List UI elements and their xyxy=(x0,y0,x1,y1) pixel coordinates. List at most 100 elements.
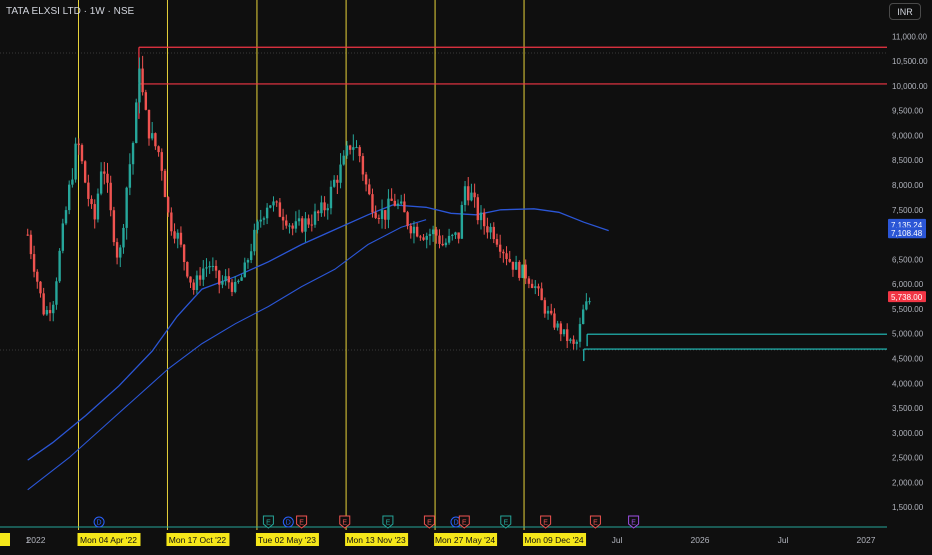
candle-body[interactable] xyxy=(176,232,179,239)
candle-body[interactable] xyxy=(521,264,524,278)
candle-body[interactable] xyxy=(575,341,578,344)
candle-body[interactable] xyxy=(518,261,521,278)
candle-body[interactable] xyxy=(342,155,345,165)
candle-body[interactable] xyxy=(29,234,33,255)
candle-body[interactable] xyxy=(157,146,160,153)
candle-body[interactable] xyxy=(96,193,100,220)
candle-body[interactable] xyxy=(460,204,464,239)
candle-body[interactable] xyxy=(444,242,448,246)
candle-body[interactable] xyxy=(390,198,393,201)
candle-body[interactable] xyxy=(336,179,339,183)
candle-body[interactable] xyxy=(415,226,419,237)
candle-body[interactable] xyxy=(537,286,540,289)
candle-body[interactable] xyxy=(345,145,349,156)
candle-body[interactable] xyxy=(454,232,457,235)
candle-body[interactable] xyxy=(83,161,87,183)
candle-body[interactable] xyxy=(163,170,167,198)
candle-body[interactable] xyxy=(498,244,502,252)
price-chart[interactable]: 1,500.00 2,000.00 2,500.00 3,000.00 3,500.00… xyxy=(0,0,932,550)
candle-body[interactable] xyxy=(530,283,534,288)
candle-body[interactable] xyxy=(301,218,304,232)
candle-body[interactable] xyxy=(467,186,470,201)
candle-body[interactable] xyxy=(371,194,374,213)
candle-body[interactable] xyxy=(569,339,572,341)
candle-body[interactable] xyxy=(352,147,355,150)
candle-body[interactable] xyxy=(291,225,294,229)
candle-body[interactable] xyxy=(514,261,518,270)
candle-body[interactable] xyxy=(559,323,563,335)
candle-body[interactable] xyxy=(224,276,227,282)
candle-body[interactable] xyxy=(403,201,406,213)
candle-body[interactable] xyxy=(240,277,243,281)
candle-body[interactable] xyxy=(202,268,205,280)
candle-body[interactable] xyxy=(585,301,588,310)
candle-body[interactable] xyxy=(218,270,221,285)
candle-body[interactable] xyxy=(170,212,173,232)
candle-body[interactable] xyxy=(182,244,186,263)
candle-body[interactable] xyxy=(364,174,368,185)
candle-body[interactable] xyxy=(438,235,441,244)
candle-body[interactable] xyxy=(451,234,454,236)
candle-body[interactable] xyxy=(125,187,128,228)
candle-body[interactable] xyxy=(393,200,397,206)
candle-body[interactable] xyxy=(534,286,537,288)
candle-body[interactable] xyxy=(281,216,285,221)
candle-body[interactable] xyxy=(103,171,106,174)
candle-body[interactable] xyxy=(425,235,428,240)
candle-body[interactable] xyxy=(45,310,49,315)
candle-body[interactable] xyxy=(106,173,109,183)
candle-body[interactable] xyxy=(479,212,483,221)
candle-body[interactable] xyxy=(435,229,438,236)
candle-body[interactable] xyxy=(71,179,74,185)
candle-body[interactable] xyxy=(495,239,499,245)
candle-body[interactable] xyxy=(476,197,480,221)
candle-body[interactable] xyxy=(230,282,234,292)
candle-body[interactable] xyxy=(550,310,553,314)
candle-body[interactable] xyxy=(166,197,170,213)
candle-body[interactable] xyxy=(52,304,55,314)
candle-body[interactable] xyxy=(42,293,45,315)
candle-body[interactable] xyxy=(566,329,569,341)
candle-body[interactable] xyxy=(527,278,531,284)
candle-body[interactable] xyxy=(412,226,416,234)
candle-body[interactable] xyxy=(387,198,390,220)
candle-body[interactable] xyxy=(377,217,381,219)
candle-body[interactable] xyxy=(262,218,266,220)
candle-body[interactable] xyxy=(275,201,278,203)
candle-body[interactable] xyxy=(173,231,176,239)
candle-body[interactable] xyxy=(457,232,460,239)
candle-body[interactable] xyxy=(470,192,473,201)
candle-body[interactable] xyxy=(463,186,467,205)
candle-body[interactable] xyxy=(192,282,195,290)
candle-body[interactable] xyxy=(562,329,566,335)
candle-body[interactable] xyxy=(26,234,29,236)
candle-body[interactable] xyxy=(317,211,320,214)
candle-body[interactable] xyxy=(122,227,125,248)
candle-body[interactable] xyxy=(355,147,358,149)
candle-body[interactable] xyxy=(135,102,138,144)
candle-body[interactable] xyxy=(556,323,559,328)
chart-area[interactable]: 1,500.00 2,000.00 2,500.00 3,000.00 3,500.00… xyxy=(0,0,932,550)
candle-body[interactable] xyxy=(320,202,323,214)
candle-body[interactable] xyxy=(441,243,444,246)
candle-body[interactable] xyxy=(195,275,199,290)
candle-body[interactable] xyxy=(214,265,218,271)
candle-body[interactable] xyxy=(93,204,96,220)
candle-body[interactable] xyxy=(380,210,384,219)
candle-body[interactable] xyxy=(243,262,246,278)
candle-body[interactable] xyxy=(339,164,342,183)
candle-body[interactable] xyxy=(68,184,71,211)
candle-body[interactable] xyxy=(406,212,409,226)
candle-body[interactable] xyxy=(374,212,377,218)
candle-body[interactable] xyxy=(55,281,58,305)
candle-body[interactable] xyxy=(160,152,163,171)
candle-body[interactable] xyxy=(265,207,269,219)
candle-body[interactable] xyxy=(588,301,591,303)
candle-body[interactable] xyxy=(553,313,556,328)
candle-body[interactable] xyxy=(80,145,84,162)
candle-body[interactable] xyxy=(138,68,141,103)
candle-body[interactable] xyxy=(358,147,361,157)
candle-body[interactable] xyxy=(419,236,422,238)
candle-body[interactable] xyxy=(483,212,486,227)
candle-body[interactable] xyxy=(278,202,282,217)
